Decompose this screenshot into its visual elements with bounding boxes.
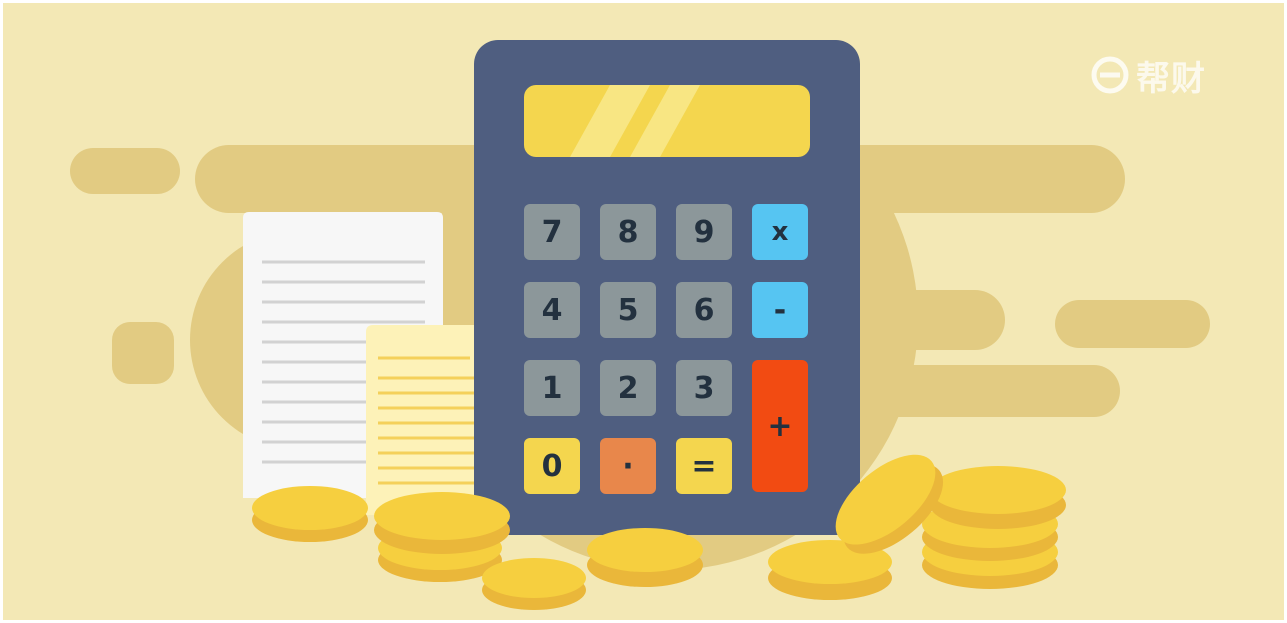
brand-watermark: 帮财 (1090, 50, 1250, 100)
key-decimal[interactable]: · (600, 438, 656, 494)
coin-single-front (482, 558, 586, 610)
watermark-text: 帮财 (1136, 58, 1206, 99)
key-1[interactable]: 1 (524, 360, 580, 416)
pill-blob (845, 365, 1120, 417)
coin-stack-left (252, 486, 368, 542)
key-8[interactable]: 8 (600, 204, 656, 260)
coin-single-center (587, 528, 703, 587)
key-5[interactable]: 5 (600, 282, 656, 338)
square-blob (112, 322, 174, 384)
key-4[interactable]: 4 (524, 282, 580, 338)
illustration-scene: 7 8 9 x 4 5 6 - 1 2 3 + 0 · = 帮财 (0, 0, 1287, 623)
key-0[interactable]: 0 (524, 438, 580, 494)
e-logo-icon (1090, 55, 1130, 95)
key-multiply[interactable]: x (752, 204, 808, 260)
key-2[interactable]: 2 (600, 360, 656, 416)
calculator-display (524, 85, 810, 157)
key-plus[interactable]: + (752, 360, 808, 492)
key-equals[interactable]: = (676, 438, 732, 494)
key-7[interactable]: 7 (524, 204, 580, 260)
pill-blob (70, 148, 180, 194)
key-6[interactable]: 6 (676, 282, 732, 338)
key-minus[interactable]: - (752, 282, 808, 338)
coin-stack-right (922, 466, 1066, 589)
pill-blob (1055, 300, 1210, 348)
key-3[interactable]: 3 (676, 360, 732, 416)
key-9[interactable]: 9 (676, 204, 732, 260)
